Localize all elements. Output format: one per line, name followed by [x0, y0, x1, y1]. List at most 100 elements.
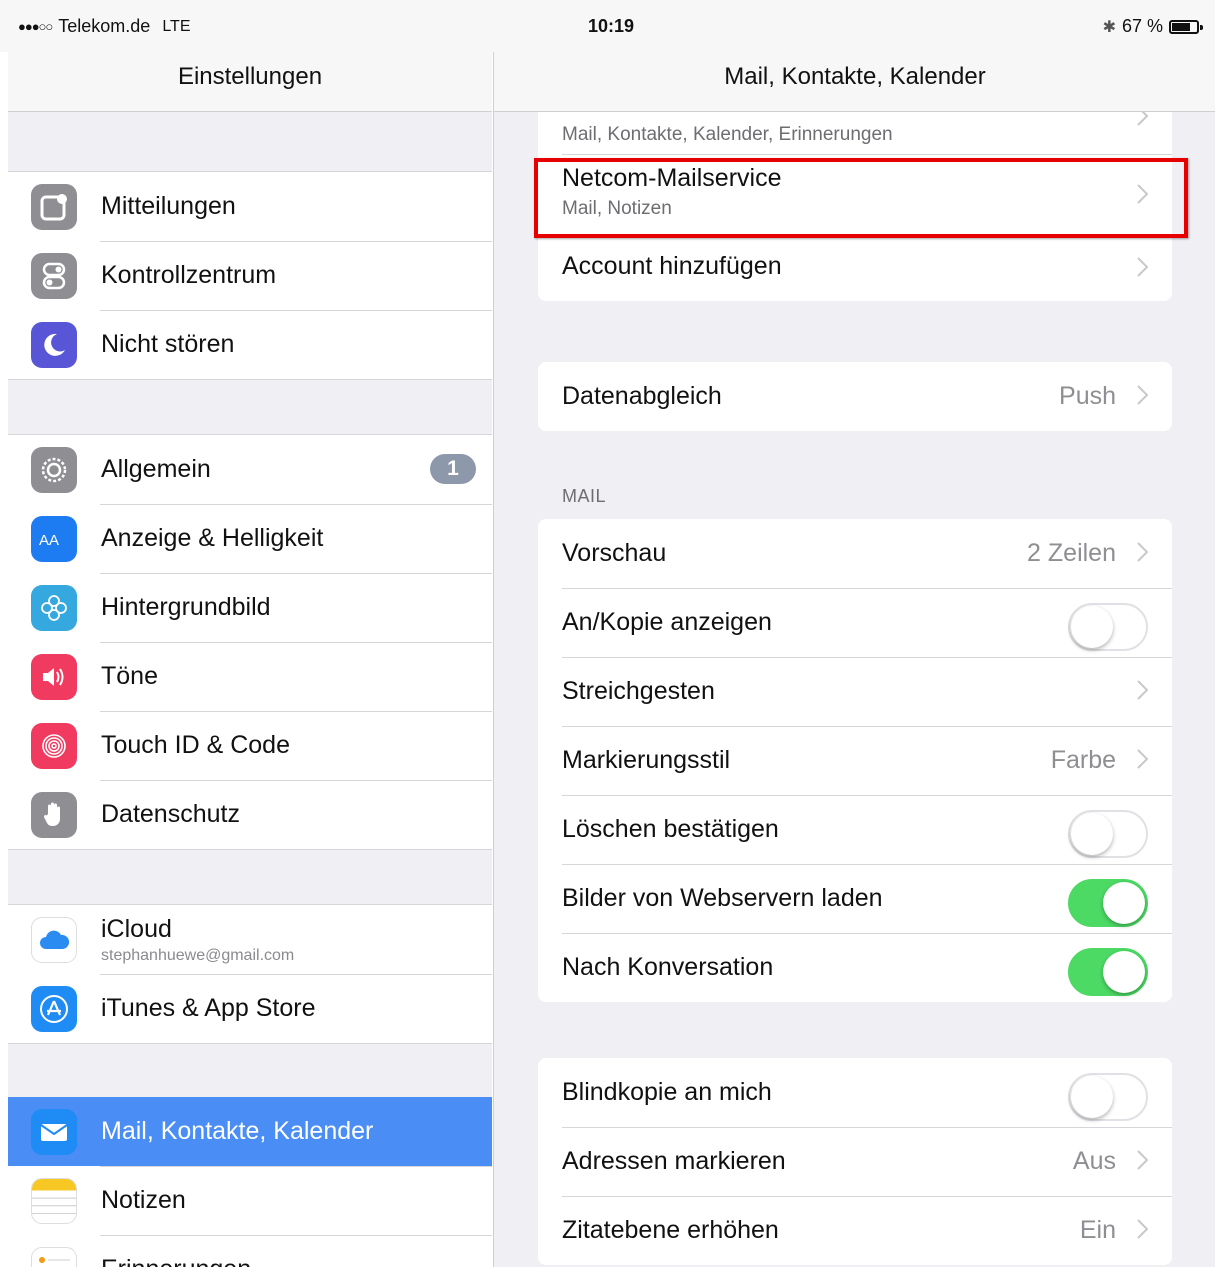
sidebar-item-mitteilungen[interactable]: Mitteilungen — [8, 172, 492, 241]
sidebar-item-mail[interactable]: Mail, Kontakte, Kalender — [8, 1097, 492, 1166]
carrier-info: ●●●○○ Telekom.de LTE — [18, 16, 190, 37]
sidebar-item-kontrollzentrum[interactable]: Kontrollzentrum — [8, 241, 492, 310]
show-to-cc-row: An/Kopie anzeigen — [538, 588, 1172, 657]
settings-sidebar: Einstellungen Mitteilungen Kontrollzentr… — [8, 0, 492, 1267]
sidebar-item-label: Nicht stören — [101, 330, 235, 358]
chevron-right-icon — [1137, 749, 1148, 769]
load-remote-images-row: Bilder von Webservern laden — [538, 864, 1172, 933]
svg-text:AA: AA — [39, 532, 59, 549]
mark-addresses-row[interactable]: Adressen markieren Aus — [538, 1127, 1172, 1196]
page-title: Mail, Kontakte, Kalender — [494, 52, 1215, 112]
setting-value: Ein — [1079, 1216, 1116, 1244]
gear-icon — [31, 446, 77, 493]
sidebar-item-anzeige[interactable]: AA Anzeige & Helligkeit — [8, 504, 492, 573]
setting-value: Farbe — [1050, 746, 1116, 774]
swipe-options-row[interactable]: Streichgesten — [538, 657, 1172, 726]
account-row-previous[interactable]: Mail, Kontakte, Kalender, Erinnerungen — [538, 112, 1172, 154]
display-icon: AA — [31, 515, 77, 562]
fetch-label: Datenabgleich — [562, 382, 722, 410]
signal-strength-icon: ●●●○○ — [18, 19, 53, 34]
account-services: Mail, Kontakte, Kalender, Erinnerungen — [562, 124, 893, 145]
fetch-value: Push — [1059, 382, 1116, 410]
sidebar-item-touch-id[interactable]: Touch ID & Code — [8, 711, 492, 780]
carrier-name: Telekom.de — [58, 16, 151, 36]
sidebar-item-hintergrundbild[interactable]: Hintergrundbild — [8, 573, 492, 642]
flag-style-row[interactable]: Markierungsstil Farbe — [538, 726, 1172, 795]
sidebar-item-label: Kontrollzentrum — [101, 261, 277, 289]
sidebar-item-label: Datenschutz — [101, 800, 240, 828]
sidebar-item-label: Mail, Kontakte, Kalender — [101, 1117, 374, 1145]
sidebar-item-label: Notizen — [101, 1186, 186, 1214]
increase-quote-level-row[interactable]: Zitatebene erhöhen Ein — [538, 1196, 1172, 1265]
sidebar-item-label: Anzeige & Helligkeit — [101, 524, 324, 552]
notifications-icon — [31, 183, 77, 230]
chevron-right-icon — [1137, 1150, 1148, 1170]
add-account-row[interactable]: Account hinzufügen — [538, 234, 1172, 301]
fetch-group: Datenabgleich Push — [538, 362, 1172, 431]
sidebar-item-allgemein[interactable]: Allgemein 1 — [8, 435, 492, 504]
sidebar-item-notizen[interactable]: Notizen — [8, 1166, 492, 1235]
ask-before-deleting-toggle[interactable] — [1068, 810, 1148, 858]
setting-label: Streichgesten — [562, 677, 715, 705]
chevron-right-icon — [1137, 680, 1148, 700]
fingerprint-icon — [31, 722, 77, 769]
sidebar-item-label: Touch ID & Code — [101, 731, 290, 759]
setting-label: Adressen markieren — [562, 1147, 786, 1175]
setting-label: An/Kopie anzeigen — [562, 608, 772, 636]
add-account-label: Account hinzufügen — [562, 252, 782, 280]
status-bar: ●●●○○ Telekom.de LTE 10:19 ✱ 67 % — [0, 0, 1215, 52]
status-right: ✱ 67 % — [1103, 16, 1203, 37]
cloud-icon — [31, 916, 77, 963]
battery-percent: 67 % — [1121, 16, 1163, 36]
setting-label: Vorschau — [562, 539, 667, 567]
sidebar-title: Einstellungen — [8, 52, 492, 112]
setting-label: Bilder von Webservern laden — [562, 884, 883, 912]
network-type: LTE — [162, 17, 191, 35]
sidebar-item-label: Erinnerungen — [101, 1255, 251, 1267]
detail-pane: Mail, Kontakte, Kalender Mail, Kontakte,… — [493, 0, 1215, 1267]
sidebar-item-label: Hintergrundbild — [101, 593, 271, 621]
setting-label: Löschen bestätigen — [562, 815, 779, 843]
sidebar-item-toene[interactable]: Töne — [8, 642, 492, 711]
mail-group: Vorschau 2 Zeilen An/Kopie anzeigen Stre… — [538, 519, 1172, 1002]
sidebar-item-erinnerungen[interactable]: Erinnerungen — [8, 1235, 492, 1267]
bcc-myself-toggle[interactable] — [1068, 1073, 1148, 1121]
show-to-cc-toggle[interactable] — [1068, 603, 1148, 651]
highlight-box — [534, 158, 1188, 238]
setting-label: Markierungsstil — [562, 746, 731, 774]
sidebar-item-label: iTunes & App Store — [101, 994, 316, 1022]
setting-value: 2 Zeilen — [1027, 539, 1116, 567]
mail-section-header: MAIL — [562, 486, 607, 506]
sidebar-item-label: Töne — [101, 662, 158, 690]
chevron-right-icon — [1137, 385, 1148, 405]
sidebar-item-icloud[interactable]: iCloud stephanhuewe@gmail.com — [8, 905, 492, 974]
sidebar-item-itunes[interactable]: iTunes & App Store — [8, 974, 492, 1043]
setting-label: Nach Konversation — [562, 953, 774, 981]
sidebar-group-accounts: iCloud stephanhuewe@gmail.com iTunes & A… — [8, 904, 492, 1044]
sidebar-group-apps: Mail, Kontakte, Kalender Notizen Erinner… — [8, 1097, 492, 1267]
setting-label: Zitatebene erhöhen — [562, 1216, 779, 1244]
fetch-row[interactable]: Datenabgleich Push — [538, 362, 1172, 431]
setting-value: Aus — [1072, 1147, 1116, 1175]
organize-by-thread-toggle[interactable] — [1068, 948, 1148, 996]
mail-icon — [31, 1108, 77, 1155]
chevron-right-icon — [1137, 542, 1148, 562]
hand-icon — [31, 791, 77, 838]
clock: 10:19 — [588, 16, 635, 36]
battery-icon — [1169, 19, 1203, 34]
moon-icon — [31, 321, 77, 368]
control-center-icon — [31, 252, 77, 299]
compose-group: Blindkopie an mich Adressen markieren Au… — [538, 1058, 1172, 1265]
sidebar-item-label: Mitteilungen — [101, 192, 236, 220]
update-badge: 1 — [430, 454, 476, 484]
sidebar-item-nicht-stoeren[interactable]: Nicht stören — [8, 310, 492, 379]
chevron-right-icon — [1137, 112, 1148, 126]
notes-icon — [31, 1177, 77, 1224]
load-remote-images-toggle[interactable] — [1068, 879, 1148, 927]
preview-row[interactable]: Vorschau 2 Zeilen — [538, 519, 1172, 588]
sidebar-item-datenschutz[interactable]: Datenschutz — [8, 780, 492, 849]
app-store-icon — [31, 985, 77, 1032]
ask-before-deleting-row: Löschen bestätigen — [538, 795, 1172, 864]
sidebar-item-label: iCloud — [101, 915, 172, 943]
sidebar-group-system: Mitteilungen Kontrollzentrum Nicht störe… — [8, 171, 492, 380]
